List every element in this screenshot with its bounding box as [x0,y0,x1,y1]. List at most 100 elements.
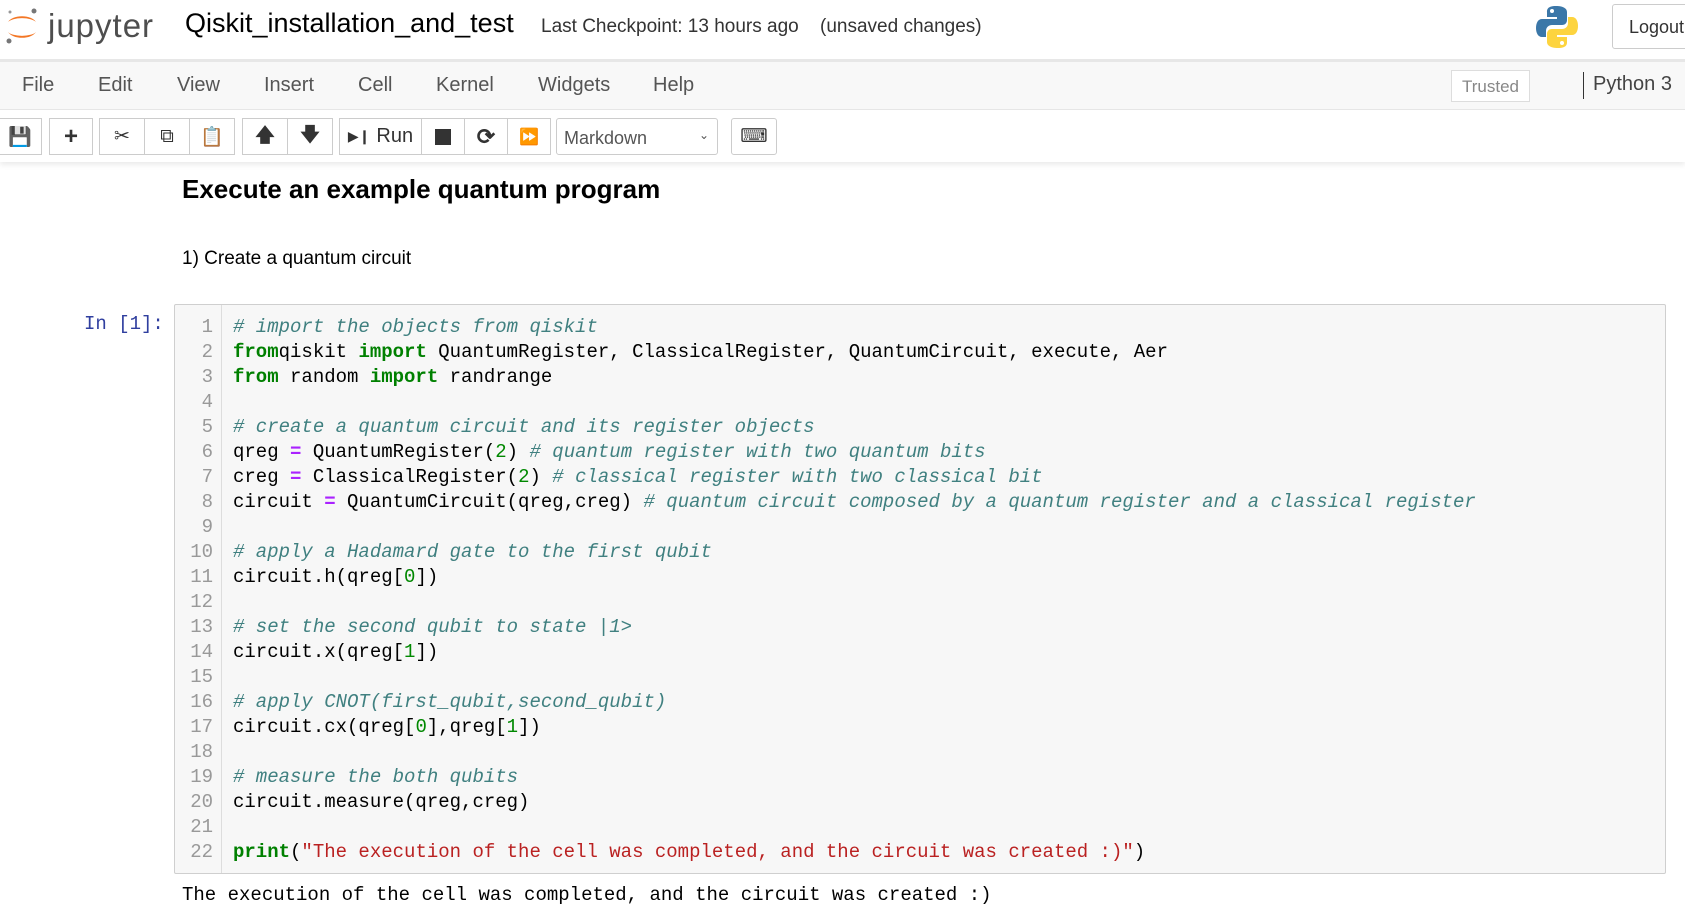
kernel-separator [1583,72,1584,99]
code-token: randrange [438,366,553,388]
notebook-title[interactable]: Qiskit_installation_and_test [185,8,514,39]
code-line[interactable]: 2 fromqiskit import QuantumRegister, Clas… [175,340,1476,365]
code-line[interactable]: 14 circuit.x(qreg[1]) [175,640,1476,665]
line-number: 1 [201,316,213,338]
interrupt-button[interactable] [421,118,465,155]
fast-forward-icon: ⏩ [519,128,539,146]
code-line[interactable]: 8 circuit = QuantumCircuit(qreg,creg) # q… [175,490,1476,515]
code-token: print [233,841,291,863]
cell-type-select[interactable]: Markdown ⌄ [556,118,718,155]
paste-icon: 📋 [200,126,224,148]
code-line[interactable]: 20 circuit.measure(qreg,creg) [175,790,1476,815]
menu-insert[interactable]: Insert [264,74,314,97]
menu-help[interactable]: Help [653,74,694,97]
line-number: 7 [201,466,213,488]
code-token: QuantumRegister( [301,441,496,463]
code-line[interactable]: 5 # create a quantum circuit and its regi… [175,415,1476,440]
code-line[interactable]: 22 print("The execution of the cell was c… [175,840,1476,865]
code-line[interactable]: 21 [175,815,1476,840]
code-line[interactable]: 11 circuit.h(qreg[0]) [175,565,1476,590]
code-token: 0 [415,716,427,738]
code-token: circuit.h(qreg[ [233,566,405,588]
run-button[interactable]: ▶❙ Run [339,118,422,155]
menu-kernel[interactable]: Kernel [436,74,494,97]
code-text: # import the objects from qiskit [233,315,598,340]
line-number: 21 [190,816,213,838]
code-cell[interactable]: 1 # import the objects from qiskit 2 fromqi… [174,304,1666,874]
code-line[interactable]: 7 creg = ClassicalRegister(2) # classical… [175,465,1476,490]
code-text: # measure the both qubits [233,765,518,790]
logo-text: jupyter [48,7,155,44]
markdown-heading: Execute an example quantum program [182,174,661,204]
menu-cell[interactable]: Cell [358,74,392,97]
code-token: ]) [415,641,439,663]
code-line[interactable]: 9 [175,515,1476,540]
code-token: ) [506,441,530,463]
code-line[interactable]: 10 # apply a Hadamard gate to the first q… [175,540,1476,565]
autosave-status: (unsaved changes) [820,16,982,37]
restart-button[interactable]: ⟳ [464,118,508,155]
code-token: = [290,466,302,488]
code-line[interactable]: 12 [175,590,1476,615]
code-text: circuit.cx(qreg[0],qreg[1]) [233,715,541,740]
move-up-button[interactable]: 🡅 [242,118,288,155]
code-token: 1 [506,716,519,738]
chevron-down-icon: ⌄ [698,128,709,142]
menu-edit[interactable]: Edit [98,74,132,97]
line-number: 3 [201,366,213,388]
code-token: 2 [518,466,530,488]
code-line[interactable]: 18 [175,740,1476,765]
paste-button[interactable]: 📋 [189,118,235,155]
line-number: 19 [190,766,213,788]
code-token: from [233,341,279,363]
code-token: ClassicalRegister( [301,466,519,488]
line-number: 16 [190,691,213,713]
move-down-button[interactable]: 🡇 [287,118,333,155]
menu-file[interactable]: File [22,74,54,97]
code-token: ],qreg[ [426,716,507,738]
code-text: circuit.h(qreg[0]) [233,565,438,590]
insert-cell-button[interactable]: + [49,118,93,155]
line-number: 9 [201,516,213,538]
code-token: 0 [404,566,416,588]
code-line[interactable]: 19 # measure the both qubits [175,765,1476,790]
code-text: print("The execution of the cell was com… [233,840,1145,865]
code-token: QuantumCircuit(qreg,creg) [335,491,644,513]
code-line[interactable]: 15 [175,665,1476,690]
code-token: # apply a Hadamard gate to the first qub… [233,541,712,563]
code-token: # create a quantum circuit and its regis… [233,416,815,438]
code-line[interactable]: 13 # set the second qubit to state |1> [175,615,1476,640]
code-line[interactable]: 1 # import the objects from qiskit [175,315,1476,340]
code-token: ]) [415,566,439,588]
code-token: 2 [495,441,507,463]
step-forward-icon: ▶❙ [347,128,371,144]
jupyter-logo[interactable]: jupyter [4,6,154,46]
code-line[interactable]: 17 circuit.cx(qreg[0],qreg[1]) [175,715,1476,740]
cut-button[interactable]: ✂ [99,118,145,155]
line-number: 6 [201,441,213,463]
refresh-icon: ⟳ [476,123,496,149]
code-token: = [290,441,302,463]
menu-view[interactable]: View [177,74,220,97]
logout-button[interactable]: Logout [1612,4,1685,49]
restart-run-all-button[interactable]: ⏩ [507,118,551,155]
menu-widgets[interactable]: Widgets [538,74,610,97]
code-text: circuit = QuantumCircuit(qreg,creg) # qu… [233,490,1476,515]
code-line[interactable]: 4 [175,390,1476,415]
command-palette-button[interactable]: ⌨ [731,118,777,155]
code-line[interactable]: 3 from random import randrange [175,365,1476,390]
code-token: import [358,341,427,363]
copy-button[interactable]: ⧉ [144,118,190,155]
code-token: # apply CNOT(first_qubit,second_qubit) [233,691,667,713]
code-line[interactable]: 16 # apply CNOT(first_qubit,second_qubit) [175,690,1476,715]
kernel-name[interactable]: Python 3 [1593,73,1672,96]
arrow-down-icon: 🡇 [300,124,320,146]
code-token: creg [233,466,291,488]
menubar: File Edit View Insert Cell Kernel Widget… [0,62,1685,110]
checkpoint-status: Last Checkpoint: 13 hours ago [541,16,799,37]
trusted-indicator[interactable]: Trusted [1451,70,1530,102]
save-button[interactable]: 💾 [0,118,42,155]
code-editor[interactable]: 1 # import the objects from qiskit 2 fromqi… [175,315,1476,865]
code-line[interactable]: 6 qreg = QuantumRegister(2) # quantum reg… [175,440,1476,465]
code-token: # classical register with two classical … [552,466,1043,488]
